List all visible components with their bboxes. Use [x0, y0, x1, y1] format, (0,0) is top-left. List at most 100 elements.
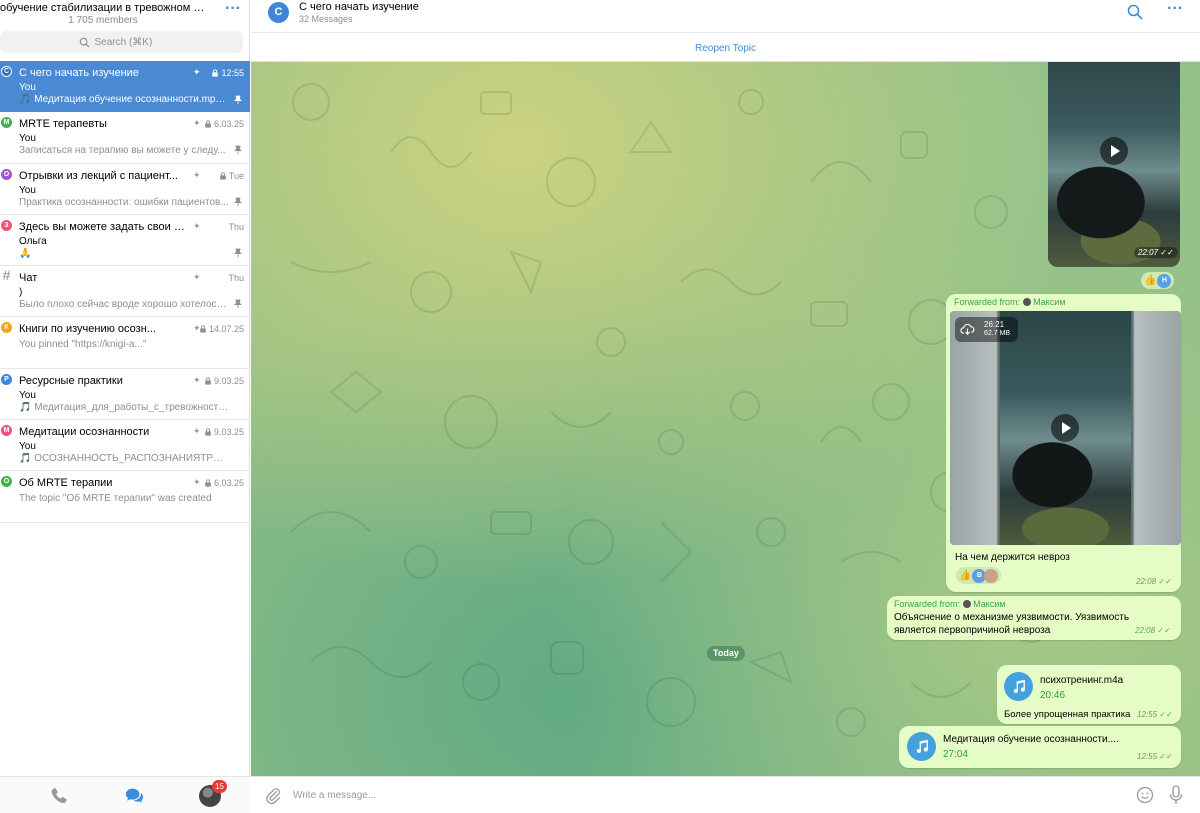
topic-sender: Ольга: [19, 235, 47, 247]
video-preview[interactable]: 26:21 62.7 MB: [950, 311, 1181, 545]
topic-time: 6.03.25: [204, 478, 244, 488]
topic-time: Thu: [228, 273, 244, 284]
topic-title: Здесь вы можете задать свои воп...: [19, 220, 189, 233]
topic-icon: З: [1, 219, 12, 231]
sidebar-header: обучение стабилизации в тревожном расс..…: [0, 0, 250, 30]
topic-sender: You: [19, 133, 36, 145]
topic-item[interactable]: З Здесь вы можете задать свои воп... Thu Ол…: [0, 215, 250, 267]
music-note-icon[interactable]: [907, 732, 936, 761]
video-size: 62.7 MB: [984, 330, 1011, 337]
phone-icon[interactable]: [48, 785, 70, 807]
thumbs-up-icon: 👍: [1144, 275, 1157, 286]
topic-item[interactable]: М Медитации осознанности 9.03.25 You 🎵 ОСОЗН…: [0, 420, 250, 472]
pin-icon: [233, 196, 243, 206]
topic-item[interactable]: # Чат Thu) Было плохо сейчас вроде хорошо х…: [0, 266, 250, 318]
topic-preview: Было плохо сейчас вроде хорошо хотелось.…: [19, 299, 229, 311]
topic-title: Чат: [19, 272, 38, 285]
video-duration: 26:21: [984, 320, 1005, 329]
search-box[interactable]: [0, 31, 243, 53]
topic-title: Об MRTE терапии: [19, 477, 113, 490]
muted-icon: ✦: [193, 118, 201, 129]
video-caption: На чем держится невроз: [955, 552, 1070, 563]
audio-duration: 27:04: [943, 749, 969, 760]
unread-badge: 15: [212, 780, 227, 793]
more-icon[interactable]: ···: [222, 1, 244, 22]
play-button[interactable]: [1051, 414, 1079, 442]
lock-icon: [204, 377, 212, 385]
topic-icon: О: [1, 476, 12, 488]
topic-sender: You: [19, 441, 36, 453]
topic-preview: 🎵 Медитация_для_работы_с_тревожностью,..…: [19, 401, 229, 413]
topic-item[interactable]: О Об MRTE терапии 6.03.25 The topic "Об MRT…: [0, 471, 250, 523]
forwarded-from-name[interactable]: Максим: [973, 599, 1005, 609]
topic-item[interactable]: M MRTE терапевты 6.03.25 You Записаться на т…: [0, 112, 250, 164]
chat-title[interactable]: С чего начать изучение: [299, 1, 419, 13]
play-button[interactable]: [1100, 137, 1128, 165]
topic-sender: You: [19, 184, 36, 196]
message-text: Объяснение о механизме уязвимости. Уязви…: [894, 612, 1130, 636]
topic-title: Книги по изучению осозн...: [19, 323, 156, 336]
microphone-icon[interactable]: [1168, 785, 1184, 805]
topic-item[interactable]: Р Ресурсные практики 9.03.25 You 🎵 Медитация…: [0, 369, 250, 421]
topic-icon: О: [1, 168, 12, 180]
topic-time: 12:55: [211, 68, 244, 78]
topic-title: MRTE терапевты: [19, 118, 107, 131]
message-time: 12:55 ✓✓: [1137, 752, 1173, 761]
forwarded-header: Forwarded from: Максим: [954, 297, 1066, 307]
forwarded-from-name[interactable]: Максим: [1033, 297, 1065, 307]
profile-avatar[interactable]: 15: [199, 780, 227, 807]
group-members-count: 1 705 members: [68, 15, 138, 26]
audio-file-name: Медитация обучение осознанности....: [943, 734, 1119, 745]
search-icon[interactable]: [1127, 4, 1143, 20]
topic-avatar[interactable]: С: [268, 2, 289, 23]
topic-icon: #: [2, 267, 11, 284]
group-title[interactable]: обучение стабилизации в тревожном расс..…: [0, 2, 206, 14]
topic-time: 9.03.25: [204, 376, 244, 386]
search-icon: [79, 37, 90, 48]
audio-message[interactable]: психотренинг.m4a 20:46 Более упрощенная …: [997, 665, 1181, 724]
topic-preview: 🎵 Медитация обучение осознанности.mp3 - …: [19, 94, 229, 105]
chats-icon[interactable]: [123, 785, 145, 807]
reactions[interactable]: 👍 В: [956, 567, 1002, 584]
thumbs-up-icon: 👍: [959, 570, 972, 581]
pin-icon: [233, 298, 243, 309]
topic-time: 9.03.25: [204, 427, 244, 437]
topic-title: Медитации осознанности: [19, 426, 150, 439]
audio-caption: Более упрощенная практика: [1004, 709, 1131, 720]
chat-header: С С чего начать изучение 32 Messages ···: [251, 0, 1200, 33]
emoji-icon[interactable]: [1136, 786, 1154, 804]
topic-item[interactable]: С С чего начать изучение 12:55 You 🎵 Медитац…: [0, 61, 250, 113]
chat-panel: С С чего начать изучение 32 Messages ···…: [251, 0, 1200, 813]
topic-icon: К: [1, 322, 12, 334]
bottom-tab-bar: 15: [0, 776, 250, 813]
topic-item[interactable]: К Книги по изучению осозн... 14.07.25 You p…: [0, 317, 250, 369]
message-time: 22:08 ✓✓: [1136, 577, 1172, 586]
music-note-icon[interactable]: [1004, 672, 1033, 701]
muted-icon: ✦: [193, 169, 201, 180]
lock-icon: [211, 69, 219, 77]
search-input[interactable]: [94, 36, 165, 48]
muted-icon: ✦: [193, 272, 201, 283]
forwarded-text-message[interactable]: Forwarded from: Максим Объяснение о меха…: [887, 596, 1181, 640]
paperclip-icon[interactable]: [264, 786, 282, 804]
message-area[interactable]: 22:07 ✓✓ 👍 Н Forwarded from: Максим 26:2…: [251, 62, 1200, 776]
topic-preview: The topic "Об MRTE терапии" was created: [19, 493, 212, 505]
topic-time: 6.03.25: [204, 119, 244, 129]
message-input[interactable]: [293, 785, 1113, 805]
topic-time: Tue: [219, 171, 244, 181]
message-composer: [251, 776, 1200, 813]
download-chip[interactable]: 26:21 62.7 MB: [955, 317, 1018, 342]
pin-icon: [233, 144, 243, 155]
message-time: 22:08 ✓✓: [1135, 626, 1171, 635]
download-cloud-icon: [960, 323, 975, 335]
video-message[interactable]: 22:07 ✓✓: [1048, 62, 1180, 267]
avatar: [1022, 298, 1031, 306]
topic-title: Ресурсные практики: [19, 374, 123, 387]
reopen-topic-button[interactable]: Reopen Topic: [695, 43, 756, 54]
reactions[interactable]: 👍 Н: [1141, 272, 1175, 289]
topic-sender: You: [19, 389, 36, 401]
more-icon[interactable]: ···: [1166, 1, 1184, 18]
audio-message[interactable]: Медитация обучение осознанности.... 27:0…: [899, 726, 1181, 768]
lock-icon: [204, 120, 212, 128]
topic-item[interactable]: О Отрывки из лекций с пациент... Tue You Пра…: [0, 164, 250, 215]
